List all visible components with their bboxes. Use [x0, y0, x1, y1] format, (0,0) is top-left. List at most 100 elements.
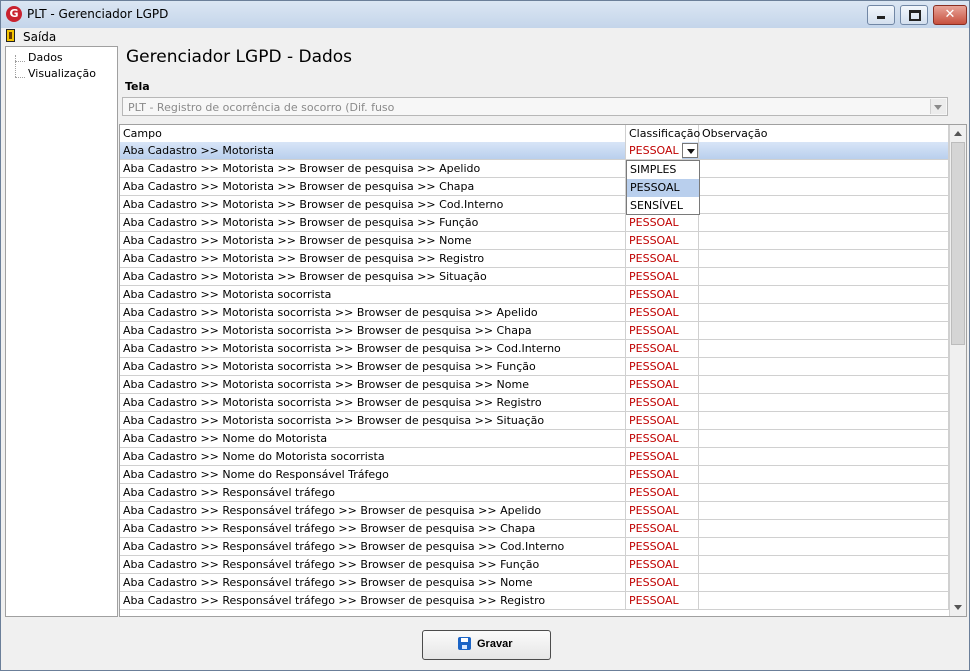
table-row[interactable]: Aba Cadastro >> Motorista socorrista PESS…: [120, 286, 949, 304]
classification-dropdown[interactable]: SIMPLES PESSOAL SENSÍVEL: [626, 160, 700, 215]
cell-classificacao[interactable]: PESSOAL: [626, 430, 699, 447]
table-row[interactable]: Aba Cadastro >> Responsável tráfego PESSO…: [120, 484, 949, 502]
cell-observacao[interactable]: [699, 268, 949, 285]
cell-observacao[interactable]: [699, 340, 949, 357]
dropdown-option-pessoal[interactable]: PESSOAL: [627, 179, 699, 197]
table-row[interactable]: Aba Cadastro >> Responsável tráfego >> B…: [120, 556, 949, 574]
vertical-scrollbar[interactable]: [949, 125, 966, 616]
cell-observacao[interactable]: [699, 376, 949, 393]
table-row[interactable]: Aba Cadastro >> Motorista >> Browser de …: [120, 268, 949, 286]
save-button[interactable]: Gravar: [422, 630, 551, 660]
table-row[interactable]: Aba Cadastro >> Motorista socorrista >> …: [120, 340, 949, 358]
table-row[interactable]: Aba Cadastro >> Responsável tráfego >> B…: [120, 574, 949, 592]
cell-classificacao[interactable]: PESSOAL: [626, 268, 699, 285]
header-observacao[interactable]: Observação: [699, 125, 949, 142]
header-campo[interactable]: Campo: [120, 125, 626, 142]
cell-classificacao[interactable]: PESSOAL: [626, 538, 699, 555]
dropdown-option-simples[interactable]: SIMPLES: [627, 161, 699, 179]
cell-observacao[interactable]: [699, 322, 949, 339]
minimize-button[interactable]: [867, 5, 895, 25]
cell-observacao[interactable]: [699, 556, 949, 573]
cell-observacao[interactable]: [699, 394, 949, 411]
cell-classificacao[interactable]: PESSOAL: [626, 322, 699, 339]
maximize-button[interactable]: [900, 5, 928, 25]
chevron-down-icon[interactable]: [682, 143, 698, 158]
cell-observacao[interactable]: [699, 214, 949, 231]
table-row[interactable]: Aba Cadastro >> Responsável tráfego >> B…: [120, 502, 949, 520]
cell-classificacao[interactable]: PESSOAL: [626, 592, 699, 609]
cell-observacao[interactable]: [699, 160, 949, 177]
table-row[interactable]: Aba Cadastro >> Motorista socorrista >> …: [120, 376, 949, 394]
cell-classificacao[interactable]: PESSOAL: [626, 412, 699, 429]
cell-observacao[interactable]: [699, 466, 949, 483]
cell-classificacao[interactable]: PESSOAL: [626, 250, 699, 267]
cell-observacao[interactable]: [699, 178, 949, 195]
table-row[interactable]: Aba Cadastro >> Motorista >> Browser de …: [120, 232, 949, 250]
table-row[interactable]: Aba Cadastro >> Motorista socorrista >> …: [120, 322, 949, 340]
cell-classificacao[interactable]: PESSOAL: [626, 394, 699, 411]
cell-observacao[interactable]: [699, 358, 949, 375]
table-row[interactable]: Aba Cadastro >> Motorista socorrista >> …: [120, 412, 949, 430]
cell-classificacao[interactable]: PESSOAL: [626, 574, 699, 591]
classification-combo-value[interactable]: PESSOAL: [626, 142, 682, 159]
cell-observacao[interactable]: [699, 538, 949, 555]
table-row[interactable]: Aba Cadastro >> Motorista >> Browser de …: [120, 214, 949, 232]
scroll-down-arrow-icon[interactable]: [950, 599, 966, 616]
tela-select[interactable]: PLT - Registro de ocorrência de socorro …: [122, 97, 948, 116]
cell-observacao[interactable]: [699, 232, 949, 249]
cell-classificacao[interactable]: PESSOAL: [626, 502, 699, 519]
table-row[interactable]: Aba Cadastro >> Nome do Motorista socorr…: [120, 448, 949, 466]
cell-observacao[interactable]: [699, 412, 949, 429]
cell-observacao[interactable]: [699, 430, 949, 447]
cell-observacao[interactable]: [699, 520, 949, 537]
dropdown-option-sensivel[interactable]: SENSÍVEL: [627, 197, 699, 215]
cell-observacao[interactable]: [699, 484, 949, 501]
table-row[interactable]: Aba Cadastro >> Motorista >> Browser de …: [120, 178, 949, 196]
table-row[interactable]: Aba Cadastro >> Responsável tráfego >> B…: [120, 538, 949, 556]
cell-classificacao[interactable]: PESSOAL: [626, 232, 699, 249]
table-row[interactable]: Aba Cadastro >> Responsável tráfego >> B…: [120, 520, 949, 538]
cell-campo: Aba Cadastro >> Motorista >> Browser de …: [120, 196, 626, 213]
header-classificacao[interactable]: Classificação: [626, 125, 700, 142]
table-row[interactable]: Aba Cadastro >> Motorista >> Browser de …: [120, 160, 949, 178]
cell-classificacao[interactable]: PESSOAL: [626, 520, 699, 537]
sidebar-item-dados[interactable]: Dados: [28, 51, 63, 64]
table-row[interactable]: Aba Cadastro >> Nome do Motorista PESSOAL: [120, 430, 949, 448]
cell-observacao[interactable]: [699, 592, 949, 609]
cell-observacao[interactable]: [699, 250, 949, 267]
scroll-thumb[interactable]: [951, 142, 965, 345]
scroll-up-arrow-icon[interactable]: [950, 125, 966, 142]
table-row[interactable]: Aba Cadastro >> Responsável tráfego >> B…: [120, 592, 949, 610]
cell-observacao[interactable]: [699, 448, 949, 465]
title-bar[interactable]: G PLT - Gerenciador LGPD ✕: [1, 1, 969, 28]
cell-observacao[interactable]: [699, 574, 949, 591]
sidebar-item-visualizacao[interactable]: Visualização: [28, 67, 96, 80]
cell-classificacao[interactable]: PESSOAL: [626, 484, 699, 501]
cell-observacao[interactable]: [699, 304, 949, 321]
cell-classificacao[interactable]: PESSOAL: [626, 556, 699, 573]
cell-classificacao[interactable]: PESSOAL: [626, 448, 699, 465]
chevron-down-icon[interactable]: [930, 99, 946, 114]
table-row[interactable]: Aba Cadastro >> Motorista >> Browser de …: [120, 250, 949, 268]
cell-observacao[interactable]: [699, 196, 949, 213]
close-button[interactable]: ✕: [933, 5, 967, 25]
table-row[interactable]: Aba Cadastro >> Motorista >> Browser de …: [120, 196, 949, 214]
cell-observacao[interactable]: [699, 502, 949, 519]
table-row[interactable]: Aba Cadastro >> Motorista socorrista >> …: [120, 304, 949, 322]
table-row[interactable]: Aba Cadastro >> Motorista socorrista >> …: [120, 358, 949, 376]
cell-classificacao[interactable]: PESSOAL: [626, 142, 699, 159]
table-row[interactable]: Aba Cadastro >> Nome do Responsável Tráf…: [120, 466, 949, 484]
cell-classificacao[interactable]: PESSOAL: [626, 304, 699, 321]
cell-observacao[interactable]: [699, 142, 949, 159]
table-row[interactable]: Aba Cadastro >> Motorista PESSOAL: [120, 142, 949, 160]
cell-classificacao[interactable]: PESSOAL: [626, 286, 699, 303]
cell-classificacao[interactable]: PESSOAL: [626, 466, 699, 483]
cell-classificacao[interactable]: PESSOAL: [626, 376, 699, 393]
cell-classificacao[interactable]: PESSOAL: [626, 214, 699, 231]
cell-observacao[interactable]: [699, 286, 949, 303]
cell-classificacao[interactable]: PESSOAL: [626, 340, 699, 357]
menu-exit[interactable]: Saída: [23, 30, 56, 44]
table-row[interactable]: Aba Cadastro >> Motorista socorrista >> …: [120, 394, 949, 412]
exit-door-icon[interactable]: [6, 29, 15, 42]
cell-classificacao[interactable]: PESSOAL: [626, 358, 699, 375]
